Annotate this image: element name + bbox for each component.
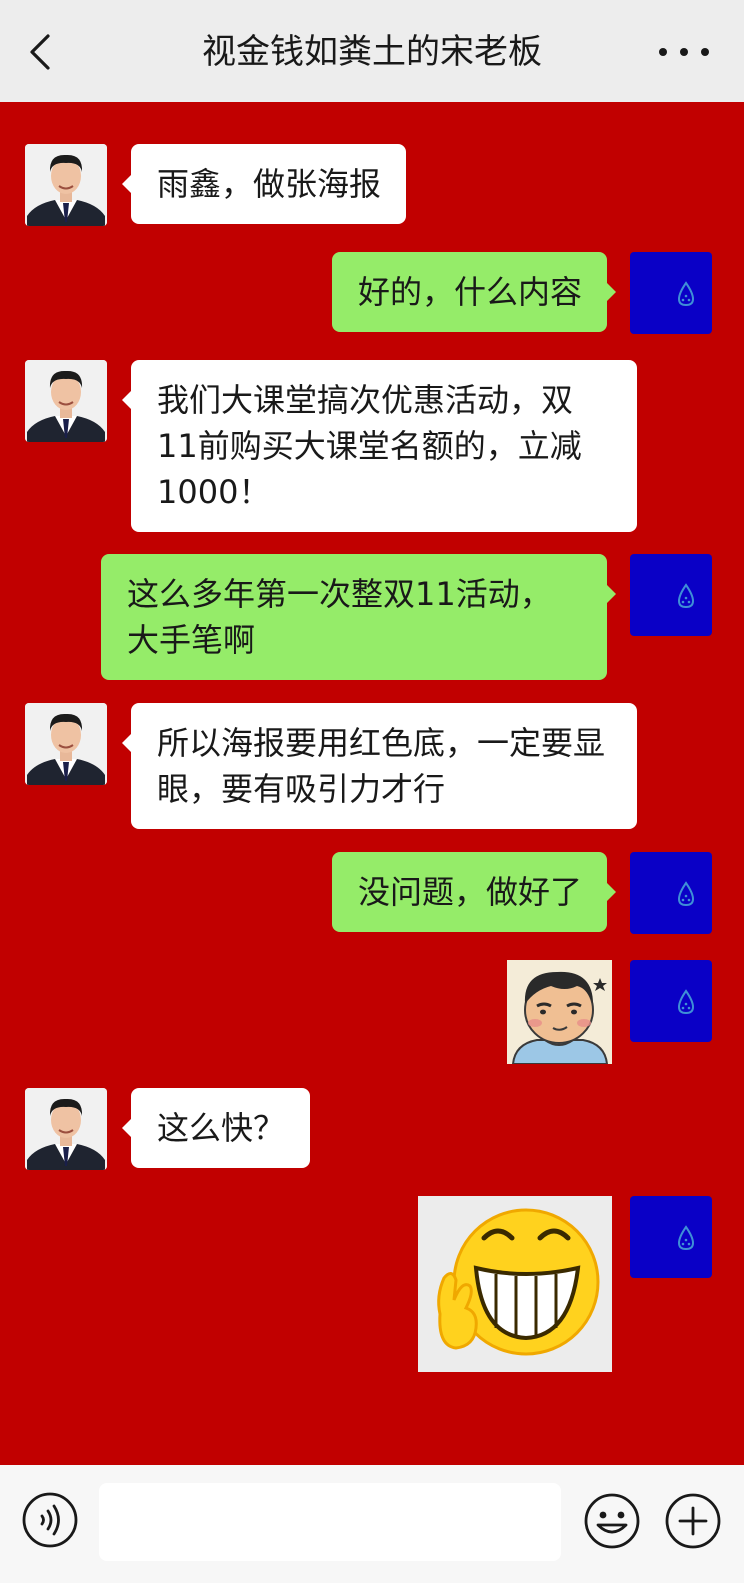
plus-icon (665, 1493, 721, 1549)
outgoing-message-bubble[interactable]: 这么多年第一次整双11活动，大手笔啊 (101, 554, 616, 680)
boss-avatar[interactable] (25, 360, 107, 442)
back-button[interactable] (22, 30, 62, 74)
more-dots-icon (659, 48, 709, 56)
message-text: 我们大课堂搞次优惠活动，双11前购买大课堂名额的，立减1000！ (157, 381, 582, 511)
message-text: 没问题，做好了 (357, 873, 582, 911)
my-avatar[interactable] (630, 852, 712, 934)
water-drop-icon (677, 583, 695, 609)
message-text: 这么快？ (157, 1109, 286, 1147)
grinning-victory-emoji-sticker[interactable] (418, 1196, 612, 1372)
boss-avatar[interactable] (25, 703, 107, 785)
water-drop-icon (677, 1225, 695, 1251)
emoji-icon (584, 1493, 640, 1549)
cartoon-face-sticker[interactable] (507, 960, 612, 1064)
incoming-message-bubble[interactable]: 雨鑫，做张海报 (121, 144, 407, 224)
voice-icon (22, 1492, 78, 1548)
outgoing-message-bubble[interactable]: 好的，什么内容 (331, 252, 617, 332)
message-text: 所以海报要用红色底，一定要显眼，要有吸引力才行 (157, 724, 606, 808)
emoji-button[interactable] (583, 1492, 641, 1550)
message-text: 这么多年第一次整双11活动，大手笔啊 (127, 575, 552, 659)
incoming-message-bubble[interactable]: 所以海报要用红色底，一定要显眼，要有吸引力才行 (122, 703, 637, 829)
water-drop-icon (677, 881, 695, 907)
more-functions-button[interactable] (664, 1492, 722, 1550)
my-avatar[interactable] (630, 1196, 712, 1278)
my-avatar[interactable] (630, 960, 712, 1042)
input-bar (0, 1465, 744, 1583)
voice-button[interactable] (22, 1492, 78, 1548)
chevron-left-icon (30, 34, 50, 70)
my-avatar[interactable] (630, 252, 712, 334)
boss-avatar[interactable] (25, 1088, 107, 1170)
chat-title: 视金钱如粪土的宋老板 (202, 32, 542, 72)
my-avatar[interactable] (630, 554, 712, 636)
chat-header: 视金钱如粪土的宋老板 (0, 0, 744, 102)
outgoing-message-bubble[interactable]: 没问题，做好了 (331, 852, 617, 932)
water-drop-icon (677, 989, 695, 1015)
message-input[interactable] (99, 1483, 561, 1561)
message-list[interactable]: 雨鑫，做张海报 好的，什么内容 我们大课堂搞次优惠活动，双11前购买大课堂名额的… (0, 102, 744, 1465)
boss-avatar[interactable] (25, 144, 107, 226)
incoming-message-bubble[interactable]: 我们大课堂搞次优惠活动，双11前购买大课堂名额的，立减1000！ (122, 360, 637, 532)
incoming-message-bubble[interactable]: 这么快？ (121, 1088, 311, 1168)
message-text: 雨鑫，做张海报 (157, 165, 382, 203)
more-button[interactable] (656, 38, 712, 66)
water-drop-icon (677, 281, 695, 307)
message-text: 好的，什么内容 (357, 273, 582, 311)
